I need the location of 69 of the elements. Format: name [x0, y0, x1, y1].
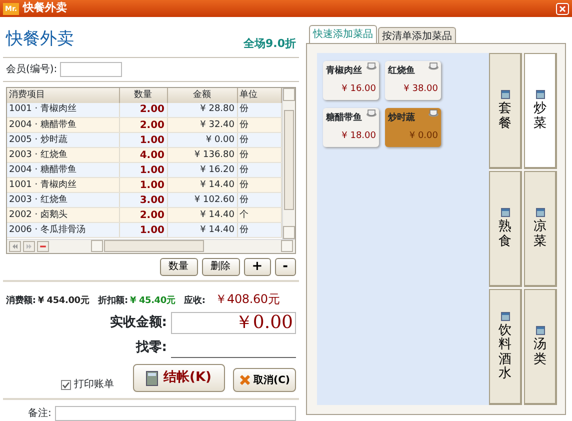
- dish-card[interactable]: 红烧鱼 ¥ 38.00: [385, 61, 441, 100]
- dish-name: 青椒肉丝: [326, 65, 362, 78]
- total-value: ¥ 45.40元: [130, 294, 176, 308]
- first-icon[interactable]: [9, 240, 21, 252]
- tab[interactable]: 快速添加菜品: [309, 25, 377, 43]
- dish-price: ¥ 0.00: [409, 130, 438, 142]
- dish-card[interactable]: 糖醋带鱼 ¥ 18.00: [323, 108, 379, 147]
- column-header[interactable]: 金额: [167, 88, 237, 102]
- add-button[interactable]: +: [244, 258, 271, 276]
- remove-icon[interactable]: [37, 240, 49, 252]
- dish-name: 炒时蔬: [388, 112, 415, 125]
- received-label: 实收金额:: [110, 314, 167, 332]
- total-value: ¥ 454.00元: [38, 294, 90, 308]
- total-label: 应收:: [184, 294, 206, 308]
- cup-icon: [428, 109, 439, 117]
- dish-name: 红烧鱼: [388, 65, 415, 78]
- calculator-icon: [146, 370, 158, 386]
- total-label: 折扣额:: [98, 294, 128, 308]
- category-tab[interactable]: 炒菜: [524, 53, 557, 169]
- horizontal-scrollbar[interactable]: [91, 240, 293, 252]
- close-icon: [238, 374, 251, 386]
- category-tab[interactable]: 熟食: [489, 171, 522, 287]
- discount-label: 全场9.0折: [244, 36, 296, 52]
- checkout-button[interactable]: 结帐(K): [132, 364, 225, 392]
- category-tab[interactable]: 饮料酒水: [489, 289, 522, 405]
- page-title: 快餐外卖: [6, 28, 74, 51]
- close-icon[interactable]: [556, 2, 569, 14]
- cup-icon: [428, 62, 439, 70]
- list-icon: [500, 312, 510, 321]
- action-button[interactable]: 删除: [202, 258, 240, 276]
- cup-icon: [366, 109, 377, 117]
- list-icon: [500, 90, 510, 100]
- received-field[interactable]: ￥0.00: [171, 312, 296, 334]
- dish-card[interactable]: 青椒肉丝 ¥ 16.00: [323, 61, 379, 100]
- table-cell: 1.00: [119, 222, 167, 238]
- remark-label: 备注:: [28, 406, 52, 421]
- category-tab[interactable]: 凉菜: [524, 171, 557, 287]
- column-header[interactable]: 单位: [237, 88, 282, 102]
- print-checkbox[interactable]: [61, 380, 71, 390]
- member-label: 会员(编号):: [6, 62, 58, 76]
- window-title: 快餐外卖: [23, 0, 68, 16]
- print-label: 打印账单: [74, 378, 114, 392]
- remark-field[interactable]: [55, 406, 296, 421]
- dish-price: ¥ 18.00: [342, 130, 376, 142]
- list-icon: [500, 208, 510, 218]
- total-value: ￥408.60元: [215, 290, 280, 308]
- cancel-button[interactable]: 取消(C): [232, 368, 296, 392]
- list-icon: [536, 326, 544, 336]
- dish-price: ¥ 38.00: [404, 82, 438, 96]
- dish-price: ¥ 16.00: [342, 82, 376, 96]
- action-button[interactable]: 数量: [160, 258, 198, 276]
- member-field[interactable]: [60, 62, 122, 76]
- subtract-button[interactable]: -: [274, 258, 296, 276]
- category-tab[interactable]: 套餐: [489, 53, 522, 169]
- dish-card[interactable]: 炒时蔬 ¥ 0.00: [385, 108, 441, 147]
- tab[interactable]: 按清单添加菜品: [378, 27, 456, 43]
- vertical-scrollbar[interactable]: [282, 88, 295, 238]
- list-icon: [536, 208, 544, 218]
- category-tab[interactable]: 汤类: [524, 289, 557, 405]
- column-header[interactable]: 消费项目: [7, 88, 119, 102]
- table-cell: 2006 · 冬瓜排骨汤: [7, 222, 119, 238]
- column-header[interactable]: 数量: [119, 88, 167, 102]
- table-cell: ¥ 14.40: [167, 222, 237, 238]
- next-icon[interactable]: [23, 240, 35, 252]
- change-label: 找零:: [136, 339, 167, 358]
- list-icon: [536, 90, 544, 100]
- dish-name: 糖醋带鱼: [326, 112, 362, 125]
- total-label: 消费额:: [6, 294, 36, 308]
- cup-icon: [366, 62, 377, 70]
